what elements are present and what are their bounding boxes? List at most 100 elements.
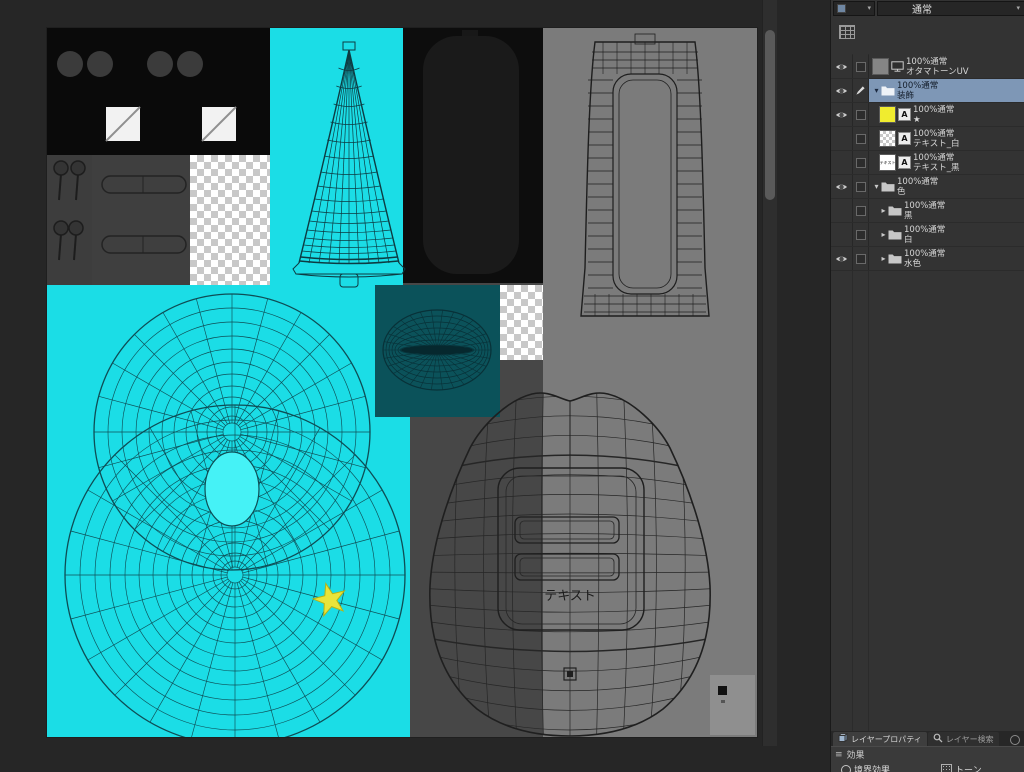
layer-row[interactable]: ▸100%通常水色 xyxy=(831,247,1024,271)
visibility-eye-icon[interactable] xyxy=(831,103,853,126)
palette-toolbar xyxy=(831,17,1024,55)
region-teal-square xyxy=(375,285,500,417)
expand-open-icon[interactable]: ▾ xyxy=(872,182,881,191)
layer-checkbox[interactable] xyxy=(853,223,869,246)
expand-closed-icon[interactable]: ▸ xyxy=(879,230,888,239)
checkbox-box xyxy=(856,134,866,144)
layer-content[interactable]: ▾ 100%通常色 xyxy=(869,175,1024,198)
palette-grid-icon[interactable] xyxy=(839,25,855,39)
layer-mode-line: 100%通常 xyxy=(904,225,945,235)
layer-row[interactable]: A100%通常★ xyxy=(831,103,1024,127)
layer-text: 100%通常★ xyxy=(913,105,954,125)
layer-name: 白 xyxy=(904,235,945,245)
layer-row[interactable]: A100%通常テキスト_白 xyxy=(831,127,1024,151)
visibility-eye-icon[interactable] xyxy=(831,55,853,78)
expand-open-icon[interactable]: ▾ xyxy=(872,86,881,95)
region-cyan-big xyxy=(47,285,410,737)
checkbox-box xyxy=(856,62,866,72)
layer-content[interactable]: A100%通常★ xyxy=(869,103,1024,126)
checkbox-box xyxy=(856,206,866,216)
chevron-down-icon: ▾ xyxy=(867,5,871,12)
layer-content[interactable]: ▸ 100%通常白 xyxy=(869,223,1024,246)
blend-mode-select[interactable]: 通常 ▾ xyxy=(877,1,1024,16)
expand-closed-icon[interactable]: ▸ xyxy=(879,254,888,263)
layer-list: 100%通常オタマトーンUV▾100%通常装飾A100%通常★A100%通常テキ… xyxy=(831,55,1024,271)
layer-content[interactable]: ▸100%通常水色 xyxy=(869,247,1024,270)
layer-mode-line: 100%通常 xyxy=(897,177,938,187)
effect-title: 効果 xyxy=(847,748,865,761)
layer-row[interactable]: ▸ 100%通常黒 xyxy=(831,199,1024,223)
layer-text: 100%通常テキスト_黒 xyxy=(913,153,960,173)
expand-closed-icon[interactable]: ▸ xyxy=(879,206,888,215)
edit-target-pen-icon[interactable] xyxy=(853,79,869,102)
tab-label: レイヤー検索 xyxy=(946,734,994,745)
layer-content[interactable]: 100%通常オタマトーンUV xyxy=(869,55,1024,78)
layer-row[interactable]: ▸ 100%通常白 xyxy=(831,223,1024,247)
layer-checkbox[interactable] xyxy=(853,55,869,78)
cube-icon xyxy=(838,733,848,745)
layer-name: 装飾 xyxy=(897,91,938,101)
layer-content[interactable]: ▾ 100%通常装飾 xyxy=(869,79,1024,102)
checkbox-box xyxy=(856,110,866,120)
tone-option[interactable]: トーン xyxy=(941,763,982,772)
layer-row[interactable]: 100%通常オタマトーンUV xyxy=(831,55,1024,79)
layer-mode-line: 100%通常 xyxy=(897,81,938,91)
tone-icon xyxy=(941,764,952,772)
tab-label: レイヤープロパティ xyxy=(851,734,922,745)
visibility-eye-empty[interactable] xyxy=(831,127,853,150)
blend-mode-row: ▾ 通常 ▾ xyxy=(831,0,1024,17)
layer-thumbnail xyxy=(872,58,889,75)
region-gray-right xyxy=(543,28,757,737)
layer-text: 100%通常オタマトーンUV xyxy=(906,57,969,77)
layer-checkbox[interactable] xyxy=(853,247,869,270)
checkbox-box xyxy=(856,158,866,168)
tab-layer-property[interactable]: レイヤープロパティ xyxy=(833,732,927,746)
layer-content[interactable]: A100%通常テキスト_白 xyxy=(869,127,1024,150)
layer-name: 黒 xyxy=(904,211,945,221)
layer-mode-line: 100%通常 xyxy=(913,105,954,115)
boundary-effect-label[interactable]: 境界効果 xyxy=(854,763,890,772)
layer-thumbnail xyxy=(879,130,896,147)
folder-icon xyxy=(888,253,902,264)
region-cyan-top xyxy=(270,28,403,285)
visibility-eye-empty[interactable] xyxy=(831,199,853,222)
app-window: テキスト ▾ 通常 ▾ 100%通常オタマトーンUV▾100%通常装飾A100%… xyxy=(0,0,1024,772)
region-transparent-checker-2 xyxy=(500,285,543,360)
layer-checkbox[interactable] xyxy=(853,151,869,174)
layer-row[interactable]: ▾ 100%通常装飾 xyxy=(831,79,1024,103)
layer-text: 100%通常白 xyxy=(904,225,945,245)
region-left-strip xyxy=(47,155,92,285)
blend-mode-value: 通常 xyxy=(912,1,932,16)
layer-checkbox[interactable] xyxy=(853,103,869,126)
layer-content[interactable]: ▸ 100%通常黒 xyxy=(869,199,1024,222)
tab-layer-search[interactable]: レイヤー検索 xyxy=(928,732,999,746)
visibility-eye-empty[interactable] xyxy=(831,223,853,246)
visibility-eye-empty[interactable] xyxy=(831,151,853,174)
vertical-scrollbar[interactable] xyxy=(762,0,777,746)
visibility-eye-icon[interactable] xyxy=(831,247,853,270)
palette-mini-dropdown[interactable]: ▾ xyxy=(833,1,875,16)
checkbox-box xyxy=(856,230,866,240)
scrollbar-thumb[interactable] xyxy=(765,30,775,200)
visibility-eye-icon[interactable] xyxy=(831,79,853,102)
layer-mode-line: 100%通常 xyxy=(913,153,960,163)
layer-checkbox[interactable] xyxy=(853,175,869,198)
layer-mode-line: 100%通常 xyxy=(904,201,945,211)
folder-icon xyxy=(881,181,895,192)
region-darkbar-block xyxy=(403,28,543,283)
layer-row[interactable]: テキストA100%通常テキスト_黒 xyxy=(831,151,1024,175)
layer-checkbox[interactable] xyxy=(853,127,869,150)
document-canvas[interactable]: テキスト xyxy=(47,28,757,737)
layer-name: ★ xyxy=(913,115,954,125)
folder-icon xyxy=(888,205,902,216)
layer-content[interactable]: テキストA100%通常テキスト_黒 xyxy=(869,151,1024,174)
layer-mode-line: 100%通常 xyxy=(913,129,960,139)
layer-name: 色 xyxy=(897,187,938,197)
visibility-eye-icon[interactable] xyxy=(831,175,853,198)
layer-row[interactable]: ▾ 100%通常色 xyxy=(831,175,1024,199)
tab-extra-icon[interactable] xyxy=(1010,735,1020,745)
folder-icon xyxy=(881,85,895,96)
layer-checkbox[interactable] xyxy=(853,199,869,222)
layer-text: 100%通常装飾 xyxy=(897,81,938,101)
boundary-effect-icon[interactable] xyxy=(841,765,851,772)
